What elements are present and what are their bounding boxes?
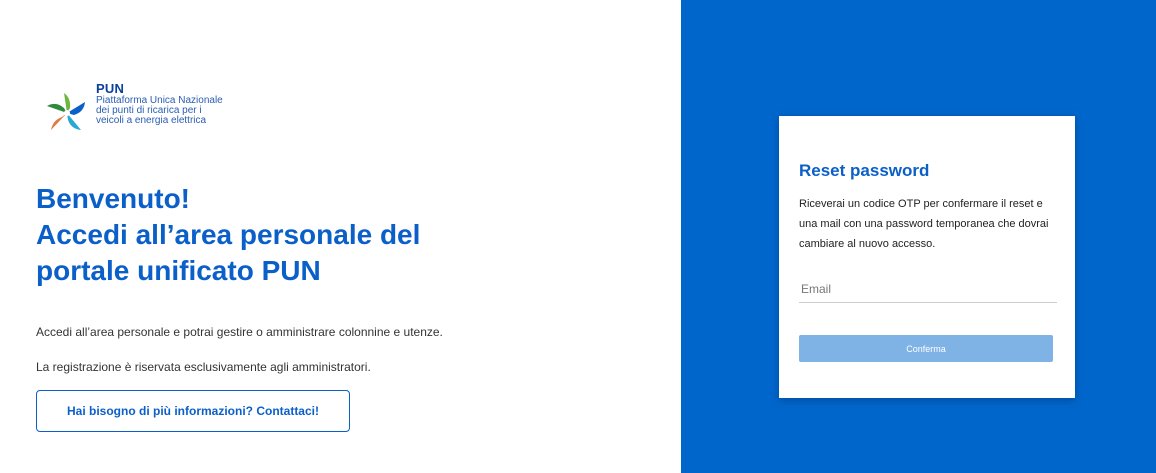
reset-title: Reset password (799, 161, 930, 180)
welcome-heading-line: Benvenuto! (36, 183, 190, 214)
star-logo-icon (47, 93, 85, 130)
logo-subtitle-line: veicoli a energia elettrica (96, 115, 207, 126)
contact-button[interactable]: Hai bisogno di più informazioni? Contatt… (36, 390, 350, 432)
logo-title: PUN (96, 81, 125, 96)
left-panel: PUN Piattaforma Unica Nazionale dei punt… (0, 0, 681, 473)
welcome-heading-line: Accedi all’area personale del (36, 219, 421, 250)
reset-password-card: Reset password Riceverai un codice OTP p… (779, 116, 1075, 398)
pun-logo: PUN Piattaforma Unica Nazionale dei punt… (44, 82, 236, 138)
welcome-description: Accedi all’area personale e potrai gesti… (36, 325, 443, 339)
logo-text: PUN Piattaforma Unica Nazionale dei punt… (96, 82, 236, 126)
reset-description: Riceverai un codice OTP per confermare i… (799, 198, 1049, 250)
confirm-button[interactable]: Conferma (799, 335, 1053, 362)
welcome-heading: Benvenuto! Accedi all’area personale del… (36, 181, 536, 289)
registration-note: La registrazione è riservata esclusivame… (36, 360, 371, 374)
logo-subtitle: Piattaforma Unica Nazionale dei punti di… (96, 96, 236, 126)
welcome-heading-line: portale unificato PUN (36, 255, 321, 286)
right-panel: Reset password Riceverai un codice OTP p… (681, 0, 1156, 473)
email-input[interactable] (799, 276, 1057, 303)
